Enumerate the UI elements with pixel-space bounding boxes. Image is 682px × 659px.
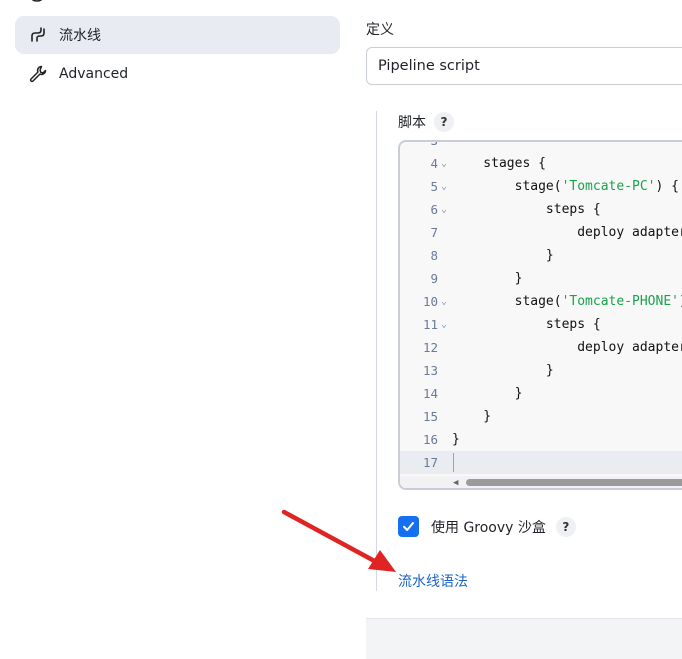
scroll-left-icon[interactable]: ◀ (453, 478, 458, 488)
scrollbar-thumb[interactable] (466, 479, 682, 486)
code-text: } (452, 363, 554, 378)
line-number: 11 (422, 317, 438, 332)
code-text: deploy adapter (452, 225, 682, 240)
sandbox-checkbox[interactable] (398, 516, 419, 537)
code-string: 'Tomcate-PHONE' (561, 294, 679, 309)
code-string: 'Tomcate-PC' (561, 179, 656, 194)
definition-select[interactable]: Pipeline script (366, 47, 682, 85)
definition-selected-value: Pipeline script (378, 58, 480, 74)
text-cursor (453, 453, 454, 472)
line-number: 12 (422, 340, 438, 355)
script-label: 脚本 (398, 115, 426, 131)
code-text: ) { (655, 179, 679, 194)
line-number: 7 (430, 225, 438, 240)
code-line[interactable]: 5 ⌄ stage('Tomcate-PC') { (400, 175, 682, 198)
pipeline-icon (27, 24, 49, 46)
code-line[interactable]: 14 } (400, 382, 682, 405)
pipeline-syntax-link[interactable]: 流水线语法 (398, 571, 468, 591)
bottom-action-bar (366, 618, 682, 659)
line-number: 14 (422, 386, 438, 401)
line-number: 5 (430, 179, 438, 194)
sidebar-item-advanced[interactable]: Advanced (15, 55, 340, 93)
horizontal-scrollbar[interactable]: ◀ (400, 476, 682, 488)
sidebar-item-label: 流水线 (59, 28, 101, 44)
code-text: stage('Tomcate-PHONE') (452, 294, 682, 309)
code-line[interactable]: 3 (400, 140, 682, 152)
check-icon (403, 522, 414, 531)
code-line[interactable]: 10⌄ stage('Tomcate-PHONE') (400, 290, 682, 313)
fold-chevron-icon[interactable]: ⌄ (438, 204, 450, 215)
code-line[interactable]: 15 } (400, 405, 682, 428)
code-text: stages { (452, 156, 546, 171)
sandbox-help-icon[interactable]: ? (555, 516, 576, 537)
code-text: } (452, 271, 523, 286)
code-text: stage( (452, 294, 562, 309)
sidebar-item-label: Advanced (59, 66, 129, 82)
code-text: stage( (452, 179, 562, 194)
code-line[interactable]: 13 } (400, 359, 682, 382)
code-text: } (452, 386, 523, 401)
line-number: 4 (430, 156, 438, 171)
fold-chevron-icon[interactable]: ⌄ (438, 319, 450, 330)
line-number: 9 (430, 271, 438, 286)
line-number: 17 (422, 455, 438, 470)
code-line[interactable]: 12 deploy adapter (400, 336, 682, 359)
code-line[interactable]: 7 deploy adapter (400, 221, 682, 244)
script-editor[interactable]: 3 4 ⌄ stages {5 ⌄ stage('Tomcate-PC') {6 ⌄ s… (398, 140, 682, 490)
line-number: 10 (422, 294, 438, 309)
code-line[interactable]: 9 } (400, 267, 682, 290)
script-label-row: 脚本 ? (398, 112, 454, 132)
code-text: deploy adapter (452, 340, 682, 355)
line-number: 16 (422, 432, 438, 447)
code-text: } (452, 432, 460, 447)
script-help-icon[interactable]: ? (434, 112, 454, 132)
fold-chevron-icon[interactable]: ⌄ (438, 181, 450, 192)
code-text: } (452, 409, 492, 424)
fold-chevron-icon[interactable]: ⌄ (438, 158, 450, 169)
line-number: 8 (430, 248, 438, 263)
sandbox-row: 使用 Groovy 沙盒 ? (398, 516, 576, 537)
code-line[interactable]: 6 ⌄ steps { (400, 198, 682, 221)
definition-label: 定义 (366, 22, 394, 38)
code-text: } (452, 248, 554, 263)
code-line[interactable]: 4 ⌄ stages { (400, 152, 682, 175)
code-line[interactable]: 8 } (400, 244, 682, 267)
code-line[interactable]: 16} (400, 428, 682, 451)
sandbox-label: 使用 Groovy 沙盒 (431, 519, 546, 536)
code-text: steps { (452, 202, 601, 217)
code-text: steps { (452, 317, 601, 332)
fold-chevron-icon[interactable]: ⌄ (438, 296, 450, 307)
code-line[interactable]: 11 ⌄ steps { (400, 313, 682, 336)
wrench-icon (27, 63, 49, 85)
line-number: 15 (422, 409, 438, 424)
line-number: 6 (430, 202, 438, 217)
sidebar-item-partial (26, 0, 106, 4)
section-divider (376, 111, 377, 591)
line-number: 3 (430, 140, 438, 148)
sidebar-item-pipeline[interactable]: 流水线 (15, 16, 340, 54)
code-line[interactable]: 17 (400, 451, 682, 474)
line-number: 13 (422, 363, 438, 378)
code-text: stage('Tomcate-PC') { (452, 179, 679, 194)
